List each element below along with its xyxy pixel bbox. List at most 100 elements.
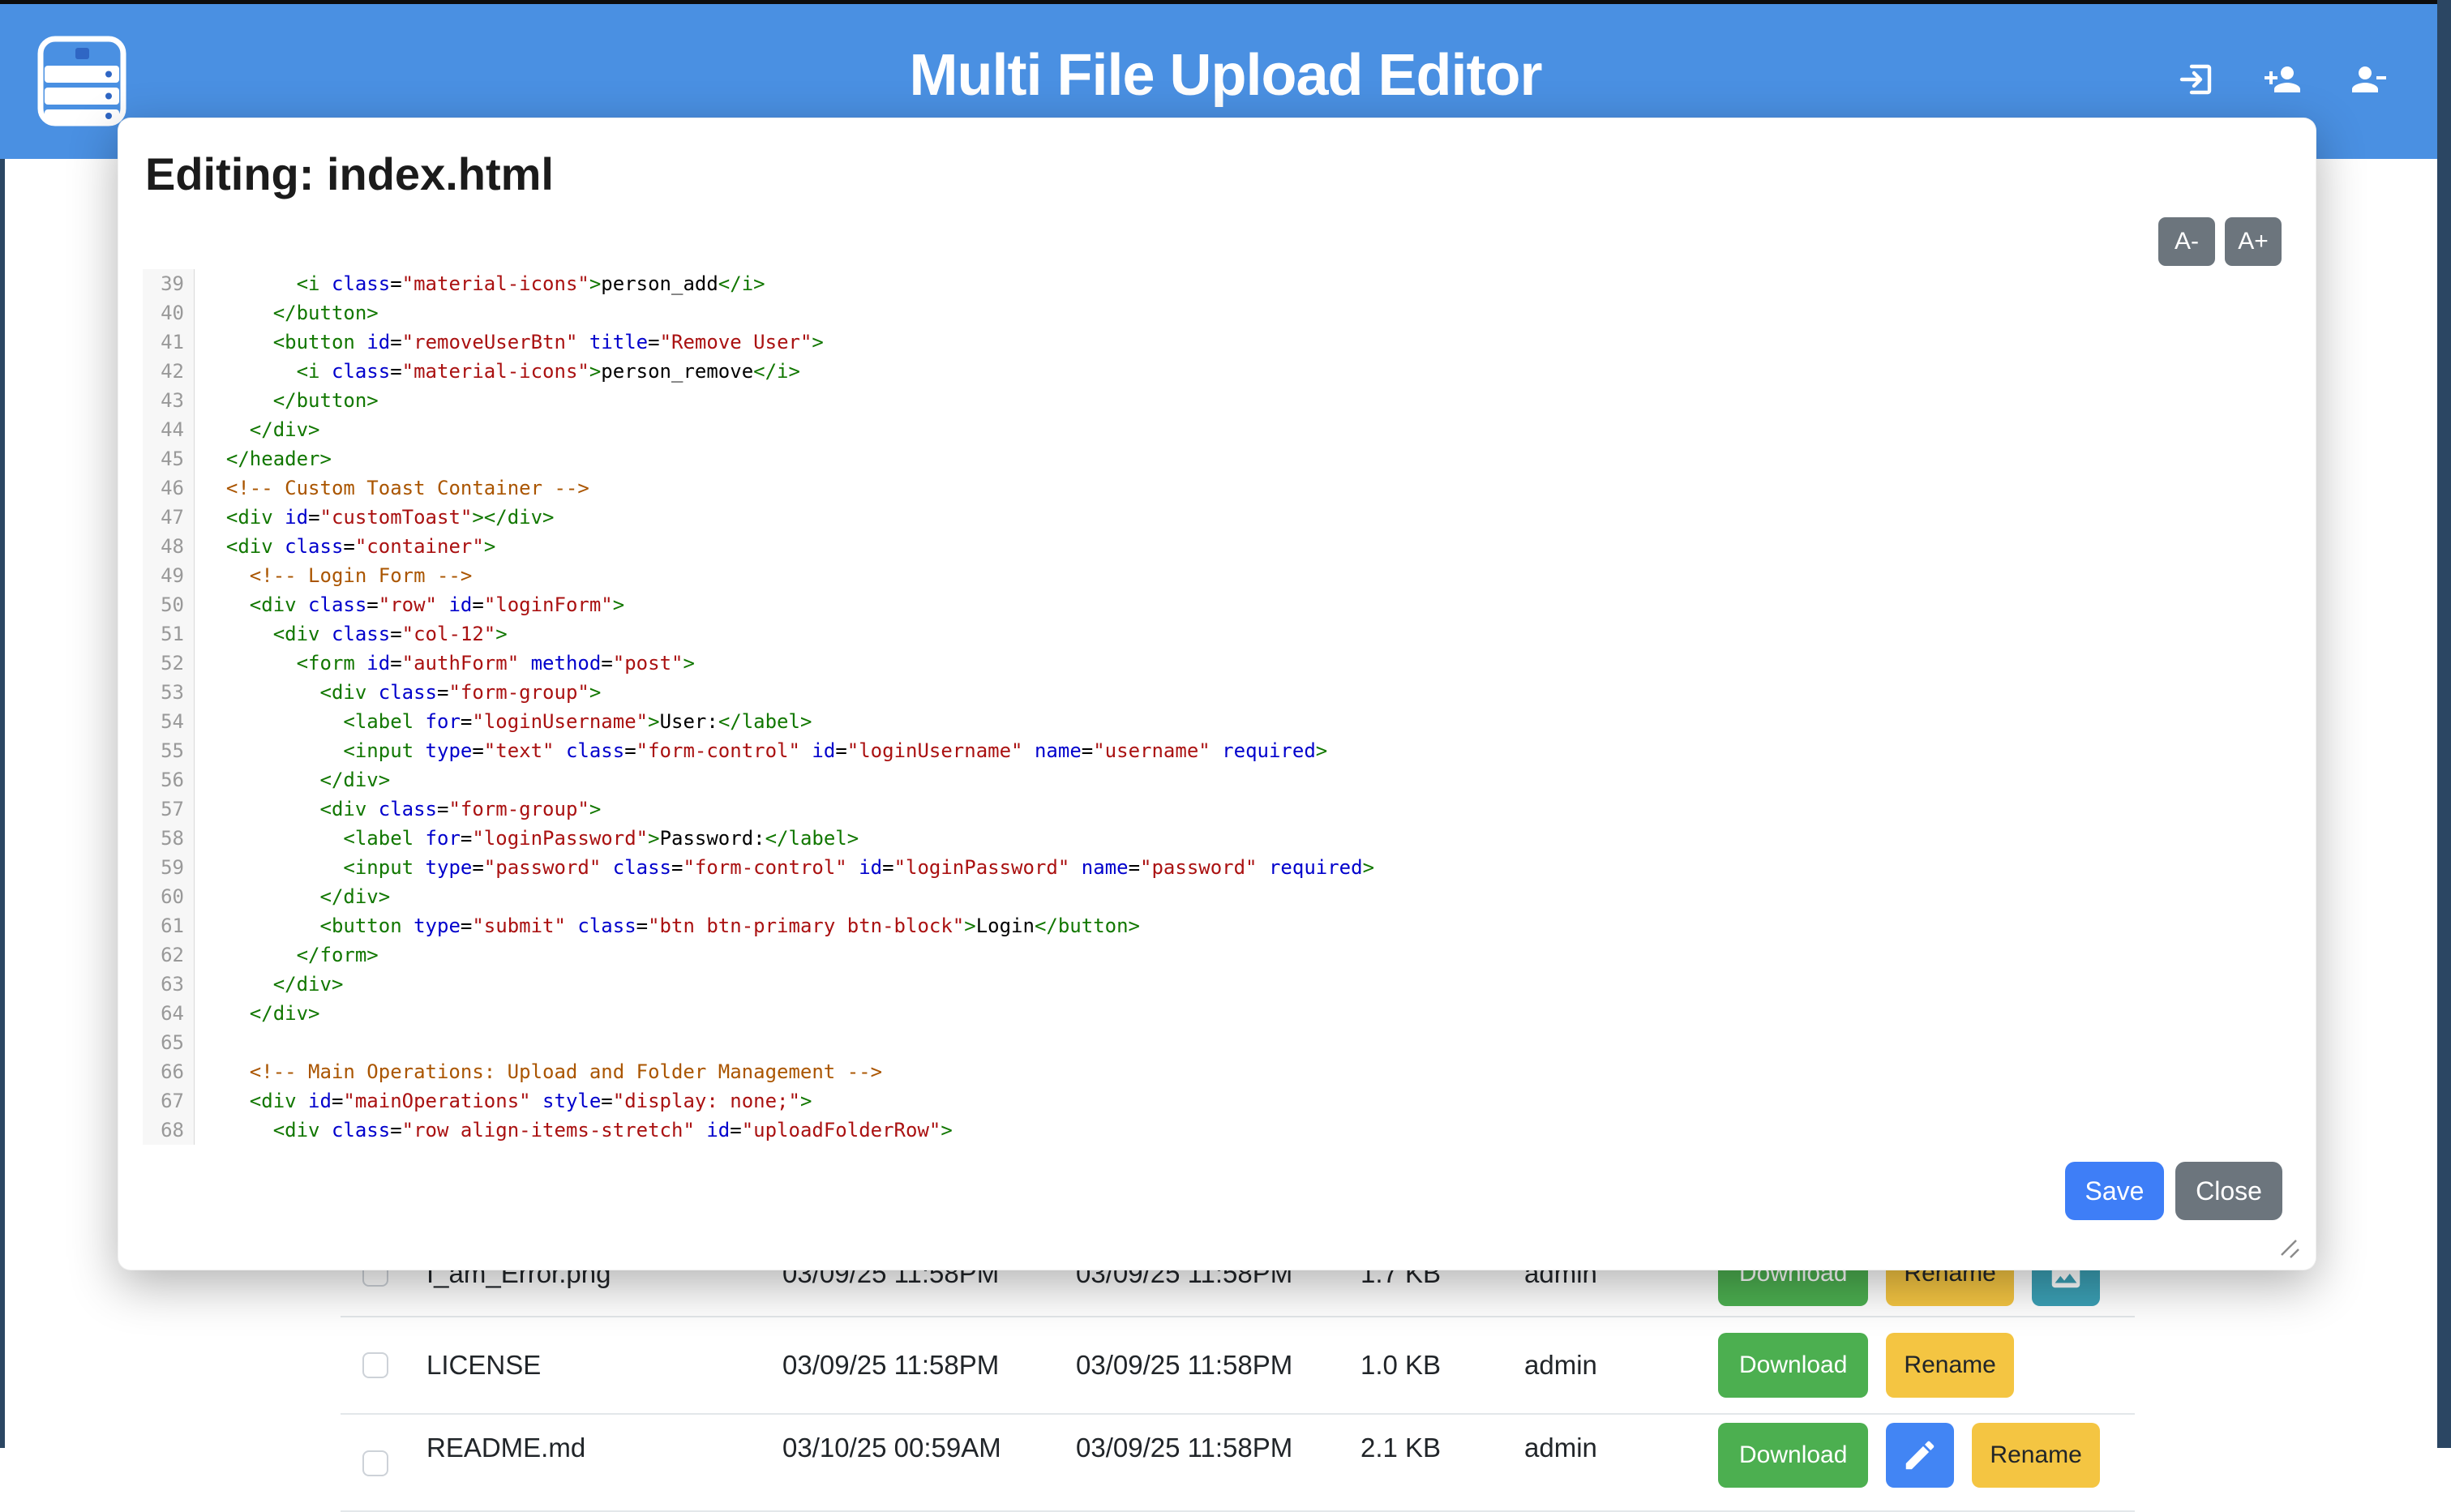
line-number: 42: [143, 357, 195, 386]
code-line: 64 </div>: [143, 999, 2267, 1028]
remove-user-button[interactable]: [2349, 60, 2388, 99]
code-text[interactable]: </div>: [195, 882, 390, 911]
code-text[interactable]: </div>: [195, 765, 390, 795]
modal-title: Editing: index.html: [145, 148, 554, 200]
code-line: 46 <!-- Custom Toast Container -->: [143, 473, 2267, 503]
line-number: 56: [143, 765, 195, 795]
person-remove-icon: [2349, 60, 2388, 99]
code-text[interactable]: <div class="container">: [195, 532, 495, 561]
logout-button[interactable]: [2177, 60, 2216, 99]
save-button[interactable]: Save: [2065, 1162, 2164, 1220]
line-number: 53: [143, 678, 195, 707]
font-decrease-button[interactable]: A-: [2158, 217, 2215, 266]
add-user-button[interactable]: [2263, 60, 2302, 99]
code-line: 54 <label for="loginUsername">User:</lab…: [143, 707, 2267, 736]
code-line: 57 <div class="form-group">: [143, 795, 2267, 824]
code-text[interactable]: <div id="mainOperations" style="display:…: [195, 1086, 812, 1116]
code-text[interactable]: </button>: [195, 386, 379, 415]
created-date: 03/09/25 11:58PM: [1076, 1350, 1292, 1381]
row-checkbox[interactable]: [362, 1450, 388, 1476]
line-number: 48: [143, 532, 195, 561]
edit-button[interactable]: [1886, 1423, 1954, 1488]
resize-handle-icon[interactable]: [2272, 1231, 2303, 1261]
row-actions: Download Rename: [1718, 1333, 2014, 1398]
code-text[interactable]: </div>: [195, 999, 320, 1028]
created-date: 03/09/25 11:58PM: [1076, 1433, 1292, 1463]
code-text[interactable]: <button id="removeUserBtn" title="Remove…: [195, 328, 824, 357]
code-text[interactable]: [195, 1028, 203, 1057]
code-text[interactable]: <!-- Login Form -->: [195, 561, 472, 590]
line-number: 52: [143, 649, 195, 678]
row-checkbox[interactable]: [362, 1352, 388, 1378]
font-size-controls: A- A+: [2158, 217, 2282, 266]
code-line: 61 <button type="submit" class="btn btn-…: [143, 911, 2267, 940]
code-line: 39 <i class="material-icons">person_add<…: [143, 269, 2267, 298]
code-line: 55 <input type="text" class="form-contro…: [143, 736, 2267, 765]
code-text[interactable]: <!-- Custom Toast Container -->: [195, 473, 589, 503]
download-button[interactable]: Download: [1718, 1333, 1868, 1398]
code-text[interactable]: <input type="password" class="form-contr…: [195, 853, 1374, 882]
table-row: LICENSE03/09/25 11:58PM03/09/25 11:58PM1…: [341, 1317, 2135, 1415]
code-text[interactable]: <div class="col-12">: [195, 619, 508, 649]
line-number: 61: [143, 911, 195, 940]
code-text[interactable]: <!-- Main Operations: Upload and Folder …: [195, 1057, 882, 1086]
code-text[interactable]: </form>: [195, 940, 379, 970]
code-text[interactable]: <label for="loginPassword">Password:</la…: [195, 824, 859, 853]
line-number: 47: [143, 503, 195, 532]
line-number: 44: [143, 415, 195, 444]
line-number: 46: [143, 473, 195, 503]
code-line: 67 <div id="mainOperations" style="displ…: [143, 1086, 2267, 1116]
code-line: 60 </div>: [143, 882, 2267, 911]
line-number: 55: [143, 736, 195, 765]
code-text[interactable]: </header>: [195, 444, 332, 473]
line-number: 60: [143, 882, 195, 911]
code-text[interactable]: <form id="authForm" method="post">: [195, 649, 695, 678]
close-button[interactable]: Close: [2175, 1162, 2282, 1220]
line-number: 41: [143, 328, 195, 357]
line-number: 45: [143, 444, 195, 473]
person-add-icon: [2263, 60, 2302, 99]
code-text[interactable]: </div>: [195, 970, 343, 999]
line-number: 64: [143, 999, 195, 1028]
line-number: 67: [143, 1086, 195, 1116]
code-line: 68 <div class="row align-items-stretch" …: [143, 1116, 2267, 1145]
code-line: 45 </header>: [143, 444, 2267, 473]
code-text[interactable]: </button>: [195, 298, 379, 328]
code-line: 43 </button>: [143, 386, 2267, 415]
table-row: README.md03/10/25 00:59AM03/09/25 11:58P…: [341, 1415, 2135, 1512]
rename-button[interactable]: Rename: [1972, 1423, 2099, 1488]
font-increase-button[interactable]: A+: [2225, 217, 2282, 266]
code-line: 58 <label for="loginPassword">Password:<…: [143, 824, 2267, 853]
code-text[interactable]: </div>: [195, 415, 320, 444]
editor-lines: 39 <i class="material-icons">person_add<…: [143, 269, 2267, 1145]
code-text[interactable]: <div id="customToast"></div>: [195, 503, 555, 532]
line-number: 57: [143, 795, 195, 824]
code-line: 65: [143, 1028, 2267, 1057]
line-number: 43: [143, 386, 195, 415]
code-text[interactable]: <div class="row align-items-stretch" id=…: [195, 1116, 953, 1145]
rename-button[interactable]: Rename: [1886, 1333, 2013, 1398]
file-size: 2.1 KB: [1360, 1433, 1441, 1463]
code-text[interactable]: <div class="form-group">: [195, 678, 601, 707]
code-text[interactable]: <i class="material-icons">person_add</i>: [195, 269, 765, 298]
code-text[interactable]: <label for="loginUsername">User:</label>: [195, 707, 812, 736]
line-number: 49: [143, 561, 195, 590]
code-text[interactable]: <input type="text" class="form-control" …: [195, 736, 1327, 765]
code-line: 52 <form id="authForm" method="post">: [143, 649, 2267, 678]
code-text[interactable]: <i class="material-icons">person_remove<…: [195, 357, 800, 386]
line-number: 51: [143, 619, 195, 649]
download-button[interactable]: Download: [1718, 1423, 1868, 1488]
code-text[interactable]: <div class="row" id="loginForm">: [195, 590, 624, 619]
code-line: 56 </div>: [143, 765, 2267, 795]
edit-file-modal: Editing: index.html A- A+ 39 <i class="m…: [118, 118, 2316, 1270]
code-line: 47 <div id="customToast"></div>: [143, 503, 2267, 532]
code-line: 53 <div class="form-group">: [143, 678, 2267, 707]
code-editor[interactable]: 39 <i class="material-icons">person_add<…: [143, 269, 2267, 1145]
code-text[interactable]: <div class="form-group">: [195, 795, 601, 824]
code-text[interactable]: <button type="submit" class="btn btn-pri…: [195, 911, 1140, 940]
code-line: 40 </button>: [143, 298, 2267, 328]
page-title: Multi File Upload Editor: [0, 42, 2451, 109]
line-number: 39: [143, 269, 195, 298]
file-size: 1.0 KB: [1360, 1350, 1441, 1381]
window-right-edge: [2437, 0, 2451, 1448]
